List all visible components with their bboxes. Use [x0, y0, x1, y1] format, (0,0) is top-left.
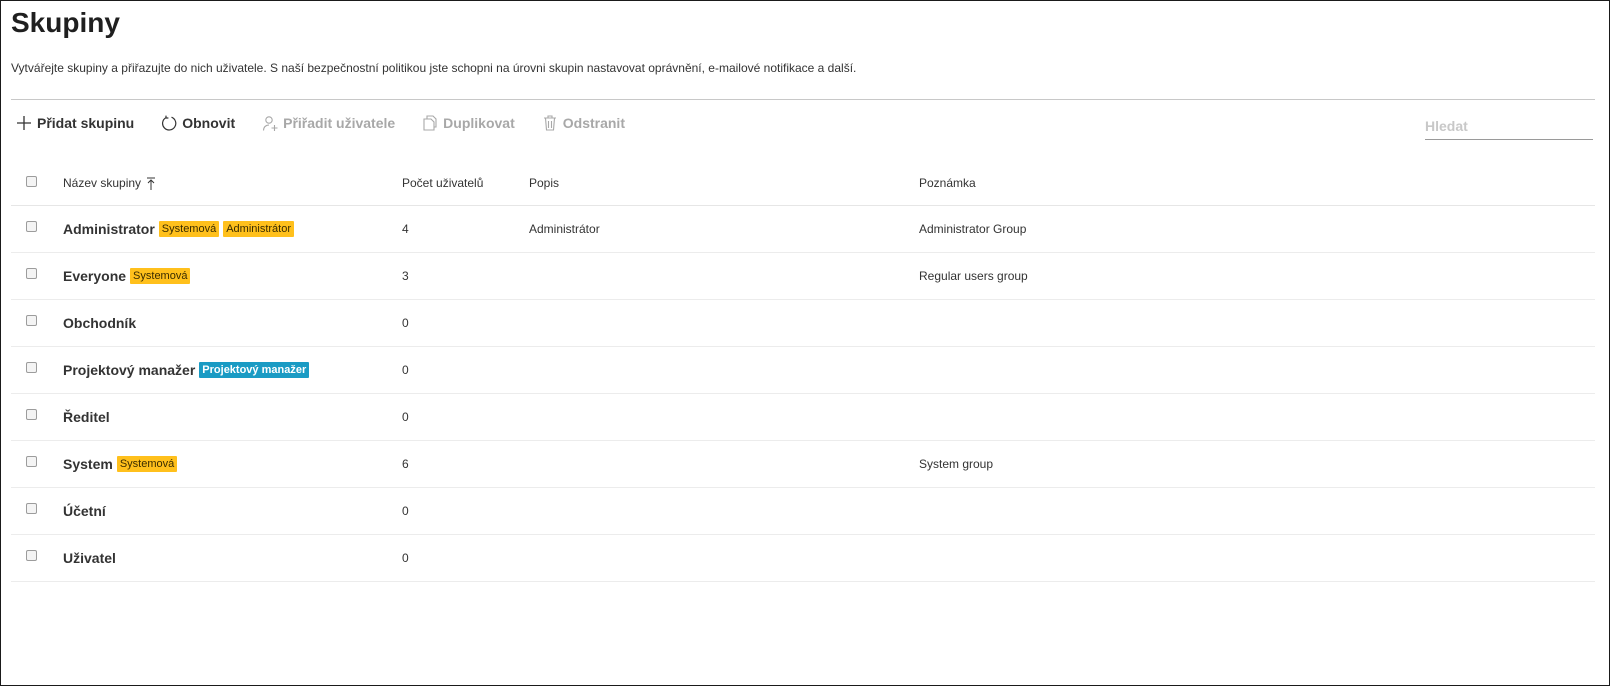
- table-row[interactable]: Projektový manažer Projektový manažer 0: [11, 347, 1595, 394]
- table-row[interactable]: Uživatel 0: [11, 535, 1595, 582]
- user-count: 0: [402, 551, 409, 565]
- sort-ascending-icon[interactable]: [146, 177, 156, 190]
- group-name[interactable]: Obchodník: [63, 315, 136, 331]
- group-badge: Administrátor: [223, 221, 295, 237]
- table-row[interactable]: Obchodník 0: [11, 300, 1595, 347]
- assign-users-label: Přiřadit uživatele: [283, 115, 396, 131]
- user-count: 0: [402, 316, 409, 330]
- row-checkbox[interactable]: [26, 409, 37, 420]
- group-name-cell[interactable]: Uživatel: [63, 535, 116, 581]
- group-name-cell[interactable]: Ředitel: [63, 394, 110, 440]
- trash-icon: [541, 114, 559, 132]
- group-name-cell[interactable]: Administrator Systemová Administrátor: [63, 206, 295, 252]
- table-row[interactable]: Ředitel 0: [11, 394, 1595, 441]
- row-checkbox[interactable]: [26, 503, 37, 514]
- row-checkbox[interactable]: [26, 315, 37, 326]
- plus-icon: [15, 114, 33, 132]
- groups-table: Název skupiny Počet uživatelů Popis Pozn…: [11, 161, 1595, 582]
- header-note[interactable]: Poznámka: [919, 161, 976, 205]
- group-note: Administrator Group: [919, 222, 1027, 236]
- group-name[interactable]: Everyone: [63, 268, 126, 284]
- group-name-cell[interactable]: Projektový manažer Projektový manažer: [63, 347, 310, 393]
- delete-label: Odstranit: [562, 115, 625, 131]
- header-name[interactable]: Název skupiny: [63, 161, 156, 205]
- row-checkbox[interactable]: [26, 456, 37, 467]
- group-name-cell[interactable]: Obchodník: [63, 300, 136, 346]
- table-row[interactable]: Everyone Systemová 3 Regular users group: [11, 253, 1595, 300]
- toolbar: Přidat skupinu Obnovit Přiřadit uživatel…: [15, 111, 651, 135]
- group-name[interactable]: Uživatel: [63, 550, 116, 566]
- group-badge: Systemová: [116, 456, 178, 472]
- row-checkbox[interactable]: [26, 221, 37, 232]
- user-count: 6: [402, 457, 409, 471]
- table-header: Název skupiny Počet uživatelů Popis Pozn…: [11, 161, 1595, 206]
- group-name[interactable]: Ředitel: [63, 409, 110, 425]
- group-name[interactable]: Účetní: [63, 503, 106, 519]
- header-count[interactable]: Počet uživatelů: [402, 161, 483, 205]
- group-badge: Projektový manažer: [199, 362, 310, 378]
- page-description: Vytvářejte skupiny a přiřazujte do nich …: [11, 61, 857, 75]
- group-note: System group: [919, 457, 994, 471]
- row-checkbox[interactable]: [26, 268, 37, 279]
- table-row[interactable]: Administrator Systemová Administrátor 4 Admi…: [11, 206, 1595, 253]
- refresh-label: Obnovit: [182, 115, 236, 131]
- refresh-icon: [160, 114, 178, 132]
- group-name[interactable]: System: [63, 456, 113, 472]
- groups-page: Skupiny Vytvářejte skupiny a přiřazujte …: [0, 0, 1610, 686]
- group-name-cell[interactable]: System Systemová: [63, 441, 178, 487]
- table-body: Administrator Systemová Administrátor 4 Admi…: [11, 206, 1595, 582]
- add-user-icon: [261, 114, 279, 132]
- group-badge: Systemová: [130, 268, 191, 284]
- user-count: 3: [402, 269, 409, 283]
- assign-users-button[interactable]: Přiřadit uživatele: [261, 114, 395, 132]
- table-row[interactable]: System Systemová 6 System group: [11, 441, 1595, 488]
- duplicate-button[interactable]: Duplikovat: [421, 114, 515, 132]
- row-checkbox[interactable]: [26, 550, 37, 561]
- select-all-checkbox[interactable]: [26, 176, 37, 187]
- row-checkbox[interactable]: [26, 362, 37, 373]
- duplicate-label: Duplikovat: [443, 115, 515, 131]
- header-description[interactable]: Popis: [529, 161, 559, 205]
- group-name-cell[interactable]: Everyone Systemová: [63, 253, 191, 299]
- group-name-cell[interactable]: Účetní: [63, 488, 106, 534]
- group-name[interactable]: Projektový manažer: [63, 362, 195, 378]
- user-count: 4: [402, 222, 409, 236]
- header-name-label: Název skupiny: [63, 176, 142, 190]
- group-note: Regular users group: [919, 269, 1028, 283]
- add-group-button[interactable]: Přidat skupinu: [15, 114, 134, 132]
- search-input[interactable]: [1425, 111, 1593, 140]
- user-count: 0: [402, 504, 409, 518]
- user-count: 0: [402, 410, 409, 424]
- page-title: Skupiny: [11, 7, 120, 38]
- copy-icon: [421, 114, 439, 132]
- group-badge: Systemová: [158, 221, 220, 237]
- group-description: Administrátor: [529, 222, 600, 236]
- refresh-button[interactable]: Obnovit: [160, 114, 235, 132]
- delete-button[interactable]: Odstranit: [541, 114, 625, 132]
- add-group-label: Přidat skupinu: [37, 115, 135, 131]
- table-row[interactable]: Účetní 0: [11, 488, 1595, 535]
- header-divider: [11, 99, 1595, 100]
- group-name[interactable]: Administrator: [63, 221, 155, 237]
- user-count: 0: [402, 363, 409, 377]
